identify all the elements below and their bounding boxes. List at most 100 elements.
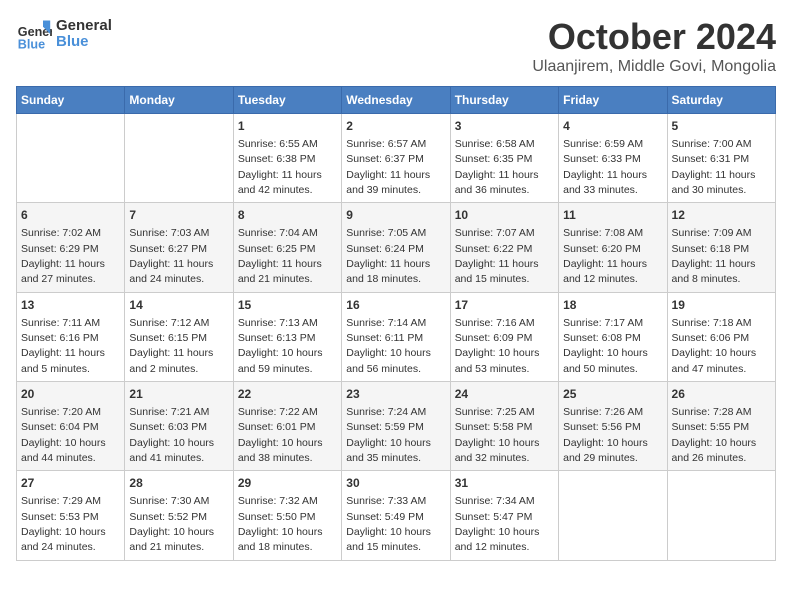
day-number: 28	[129, 475, 228, 492]
day-info: Sunrise: 6:55 AM Sunset: 6:38 PM Dayligh…	[238, 138, 322, 196]
logo-icon: General Blue	[16, 16, 52, 52]
calendar-table: SundayMondayTuesdayWednesdayThursdayFrid…	[16, 86, 776, 561]
day-info: Sunrise: 7:30 AM Sunset: 5:52 PM Dayligh…	[129, 495, 214, 553]
calendar-body: 1 Sunrise: 6:55 AM Sunset: 6:38 PM Daylig…	[17, 114, 776, 561]
day-info: Sunrise: 7:29 AM Sunset: 5:53 PM Dayligh…	[21, 495, 106, 553]
location-title: Ulaanjirem, Middle Govi, Mongolia	[532, 58, 776, 76]
day-number: 20	[21, 386, 120, 403]
calendar-cell: 29Sunrise: 7:32 AM Sunset: 5:50 PM Dayli…	[233, 471, 341, 560]
day-info: Sunrise: 7:21 AM Sunset: 6:03 PM Dayligh…	[129, 406, 214, 464]
page-header: General Blue General Blue October 2024 U…	[16, 16, 776, 76]
day-info: Sunrise: 7:00 AM Sunset: 6:31 PM Dayligh…	[672, 138, 756, 196]
calendar-cell: 30Sunrise: 7:33 AM Sunset: 5:49 PM Dayli…	[342, 471, 450, 560]
day-number: 4	[563, 118, 662, 135]
month-title: October 2024	[532, 16, 776, 58]
calendar-cell: 16 Sunrise: 7:14 AM Sunset: 6:11 PM Dayli…	[342, 292, 450, 381]
day-number: 14	[129, 297, 228, 314]
day-info: Sunrise: 7:08 AM Sunset: 6:20 PM Dayligh…	[563, 227, 647, 285]
calendar-cell: 31 Sunrise: 7:34 AM Sunset: 5:47 PM Dayli…	[450, 471, 558, 560]
day-number: 21	[129, 386, 228, 403]
day-info: Sunrise: 7:24 AM Sunset: 5:59 PM Dayligh…	[346, 406, 431, 464]
calendar-cell	[125, 114, 233, 203]
day-number: 5	[672, 118, 771, 135]
calendar-week-row: 1 Sunrise: 6:55 AM Sunset: 6:38 PM Daylig…	[17, 114, 776, 203]
day-number: 22	[238, 386, 337, 403]
calendar-cell: 7 Sunrise: 7:03 AM Sunset: 6:27 PM Daylig…	[125, 203, 233, 292]
calendar-cell: 8Sunrise: 7:04 AM Sunset: 6:25 PM Daylig…	[233, 203, 341, 292]
weekday-header: Friday	[559, 87, 667, 114]
day-number: 26	[672, 386, 771, 403]
calendar-cell: 19Sunrise: 7:18 AM Sunset: 6:06 PM Dayli…	[667, 292, 775, 381]
day-number: 18	[563, 297, 662, 314]
weekday-header: Tuesday	[233, 87, 341, 114]
day-number: 7	[129, 207, 228, 224]
day-info: Sunrise: 7:22 AM Sunset: 6:01 PM Dayligh…	[238, 406, 323, 464]
day-info: Sunrise: 7:05 AM Sunset: 6:24 PM Dayligh…	[346, 227, 430, 285]
day-info: Sunrise: 7:13 AM Sunset: 6:13 PM Dayligh…	[238, 317, 323, 375]
day-number: 3	[455, 118, 554, 135]
day-info: Sunrise: 7:32 AM Sunset: 5:50 PM Dayligh…	[238, 495, 323, 553]
day-info: Sunrise: 7:25 AM Sunset: 5:58 PM Dayligh…	[455, 406, 540, 464]
weekday-header: Thursday	[450, 87, 558, 114]
calendar-cell: 1 Sunrise: 6:55 AM Sunset: 6:38 PM Daylig…	[233, 114, 341, 203]
calendar-cell	[667, 471, 775, 560]
day-info: Sunrise: 7:03 AM Sunset: 6:27 PM Dayligh…	[129, 227, 213, 285]
day-number: 27	[21, 475, 120, 492]
day-info: Sunrise: 7:16 AM Sunset: 6:09 PM Dayligh…	[455, 317, 540, 375]
logo: General Blue General Blue	[16, 16, 112, 52]
day-info: Sunrise: 7:04 AM Sunset: 6:25 PM Dayligh…	[238, 227, 322, 285]
day-number: 15	[238, 297, 337, 314]
day-number: 25	[563, 386, 662, 403]
day-info: Sunrise: 7:11 AM Sunset: 6:16 PM Dayligh…	[21, 317, 105, 375]
calendar-cell: 2Sunrise: 6:57 AM Sunset: 6:37 PM Daylig…	[342, 114, 450, 203]
calendar-cell: 9Sunrise: 7:05 AM Sunset: 6:24 PM Daylig…	[342, 203, 450, 292]
day-number: 19	[672, 297, 771, 314]
calendar-cell: 4Sunrise: 6:59 AM Sunset: 6:33 PM Daylig…	[559, 114, 667, 203]
day-info: Sunrise: 7:09 AM Sunset: 6:18 PM Dayligh…	[672, 227, 756, 285]
day-number: 16	[346, 297, 445, 314]
day-number: 24	[455, 386, 554, 403]
day-number: 11	[563, 207, 662, 224]
calendar-cell: 23 Sunrise: 7:24 AM Sunset: 5:59 PM Dayli…	[342, 382, 450, 471]
calendar-header: SundayMondayTuesdayWednesdayThursdayFrid…	[17, 87, 776, 114]
day-info: Sunrise: 7:17 AM Sunset: 6:08 PM Dayligh…	[563, 317, 648, 375]
day-number: 17	[455, 297, 554, 314]
calendar-cell	[17, 114, 125, 203]
day-info: Sunrise: 7:14 AM Sunset: 6:11 PM Dayligh…	[346, 317, 431, 375]
calendar-cell: 28 Sunrise: 7:30 AM Sunset: 5:52 PM Dayli…	[125, 471, 233, 560]
calendar-cell: 15 Sunrise: 7:13 AM Sunset: 6:13 PM Dayli…	[233, 292, 341, 381]
day-number: 30	[346, 475, 445, 492]
calendar-cell: 6 Sunrise: 7:02 AM Sunset: 6:29 PM Daylig…	[17, 203, 125, 292]
calendar-week-row: 20 Sunrise: 7:20 AM Sunset: 6:04 PM Dayli…	[17, 382, 776, 471]
day-info: Sunrise: 7:28 AM Sunset: 5:55 PM Dayligh…	[672, 406, 757, 464]
calendar-cell: 26 Sunrise: 7:28 AM Sunset: 5:55 PM Dayli…	[667, 382, 775, 471]
calendar-cell: 18 Sunrise: 7:17 AM Sunset: 6:08 PM Dayli…	[559, 292, 667, 381]
calendar-cell: 24 Sunrise: 7:25 AM Sunset: 5:58 PM Dayli…	[450, 382, 558, 471]
calendar-cell: 25Sunrise: 7:26 AM Sunset: 5:56 PM Dayli…	[559, 382, 667, 471]
calendar-cell	[559, 471, 667, 560]
calendar-cell: 13 Sunrise: 7:11 AM Sunset: 6:16 PM Dayli…	[17, 292, 125, 381]
day-info: Sunrise: 7:20 AM Sunset: 6:04 PM Dayligh…	[21, 406, 106, 464]
day-number: 6	[21, 207, 120, 224]
day-number: 31	[455, 475, 554, 492]
day-info: Sunrise: 7:07 AM Sunset: 6:22 PM Dayligh…	[455, 227, 539, 285]
day-number: 1	[238, 118, 337, 135]
calendar-week-row: 13 Sunrise: 7:11 AM Sunset: 6:16 PM Dayli…	[17, 292, 776, 381]
calendar-cell: 12 Sunrise: 7:09 AM Sunset: 6:18 PM Dayli…	[667, 203, 775, 292]
day-info: Sunrise: 7:34 AM Sunset: 5:47 PM Dayligh…	[455, 495, 540, 553]
day-number: 2	[346, 118, 445, 135]
calendar-week-row: 27 Sunrise: 7:29 AM Sunset: 5:53 PM Dayli…	[17, 471, 776, 560]
logo-text-blue: Blue	[56, 34, 112, 51]
weekday-header: Sunday	[17, 87, 125, 114]
day-info: Sunrise: 6:58 AM Sunset: 6:35 PM Dayligh…	[455, 138, 539, 196]
day-number: 12	[672, 207, 771, 224]
day-number: 13	[21, 297, 120, 314]
day-info: Sunrise: 7:12 AM Sunset: 6:15 PM Dayligh…	[129, 317, 213, 375]
calendar-cell: 27 Sunrise: 7:29 AM Sunset: 5:53 PM Dayli…	[17, 471, 125, 560]
calendar-cell: 17 Sunrise: 7:16 AM Sunset: 6:09 PM Dayli…	[450, 292, 558, 381]
calendar-cell: 3 Sunrise: 6:58 AM Sunset: 6:35 PM Daylig…	[450, 114, 558, 203]
day-number: 23	[346, 386, 445, 403]
logo-text-general: General	[56, 18, 112, 35]
weekday-header: Saturday	[667, 87, 775, 114]
day-info: Sunrise: 7:02 AM Sunset: 6:29 PM Dayligh…	[21, 227, 105, 285]
